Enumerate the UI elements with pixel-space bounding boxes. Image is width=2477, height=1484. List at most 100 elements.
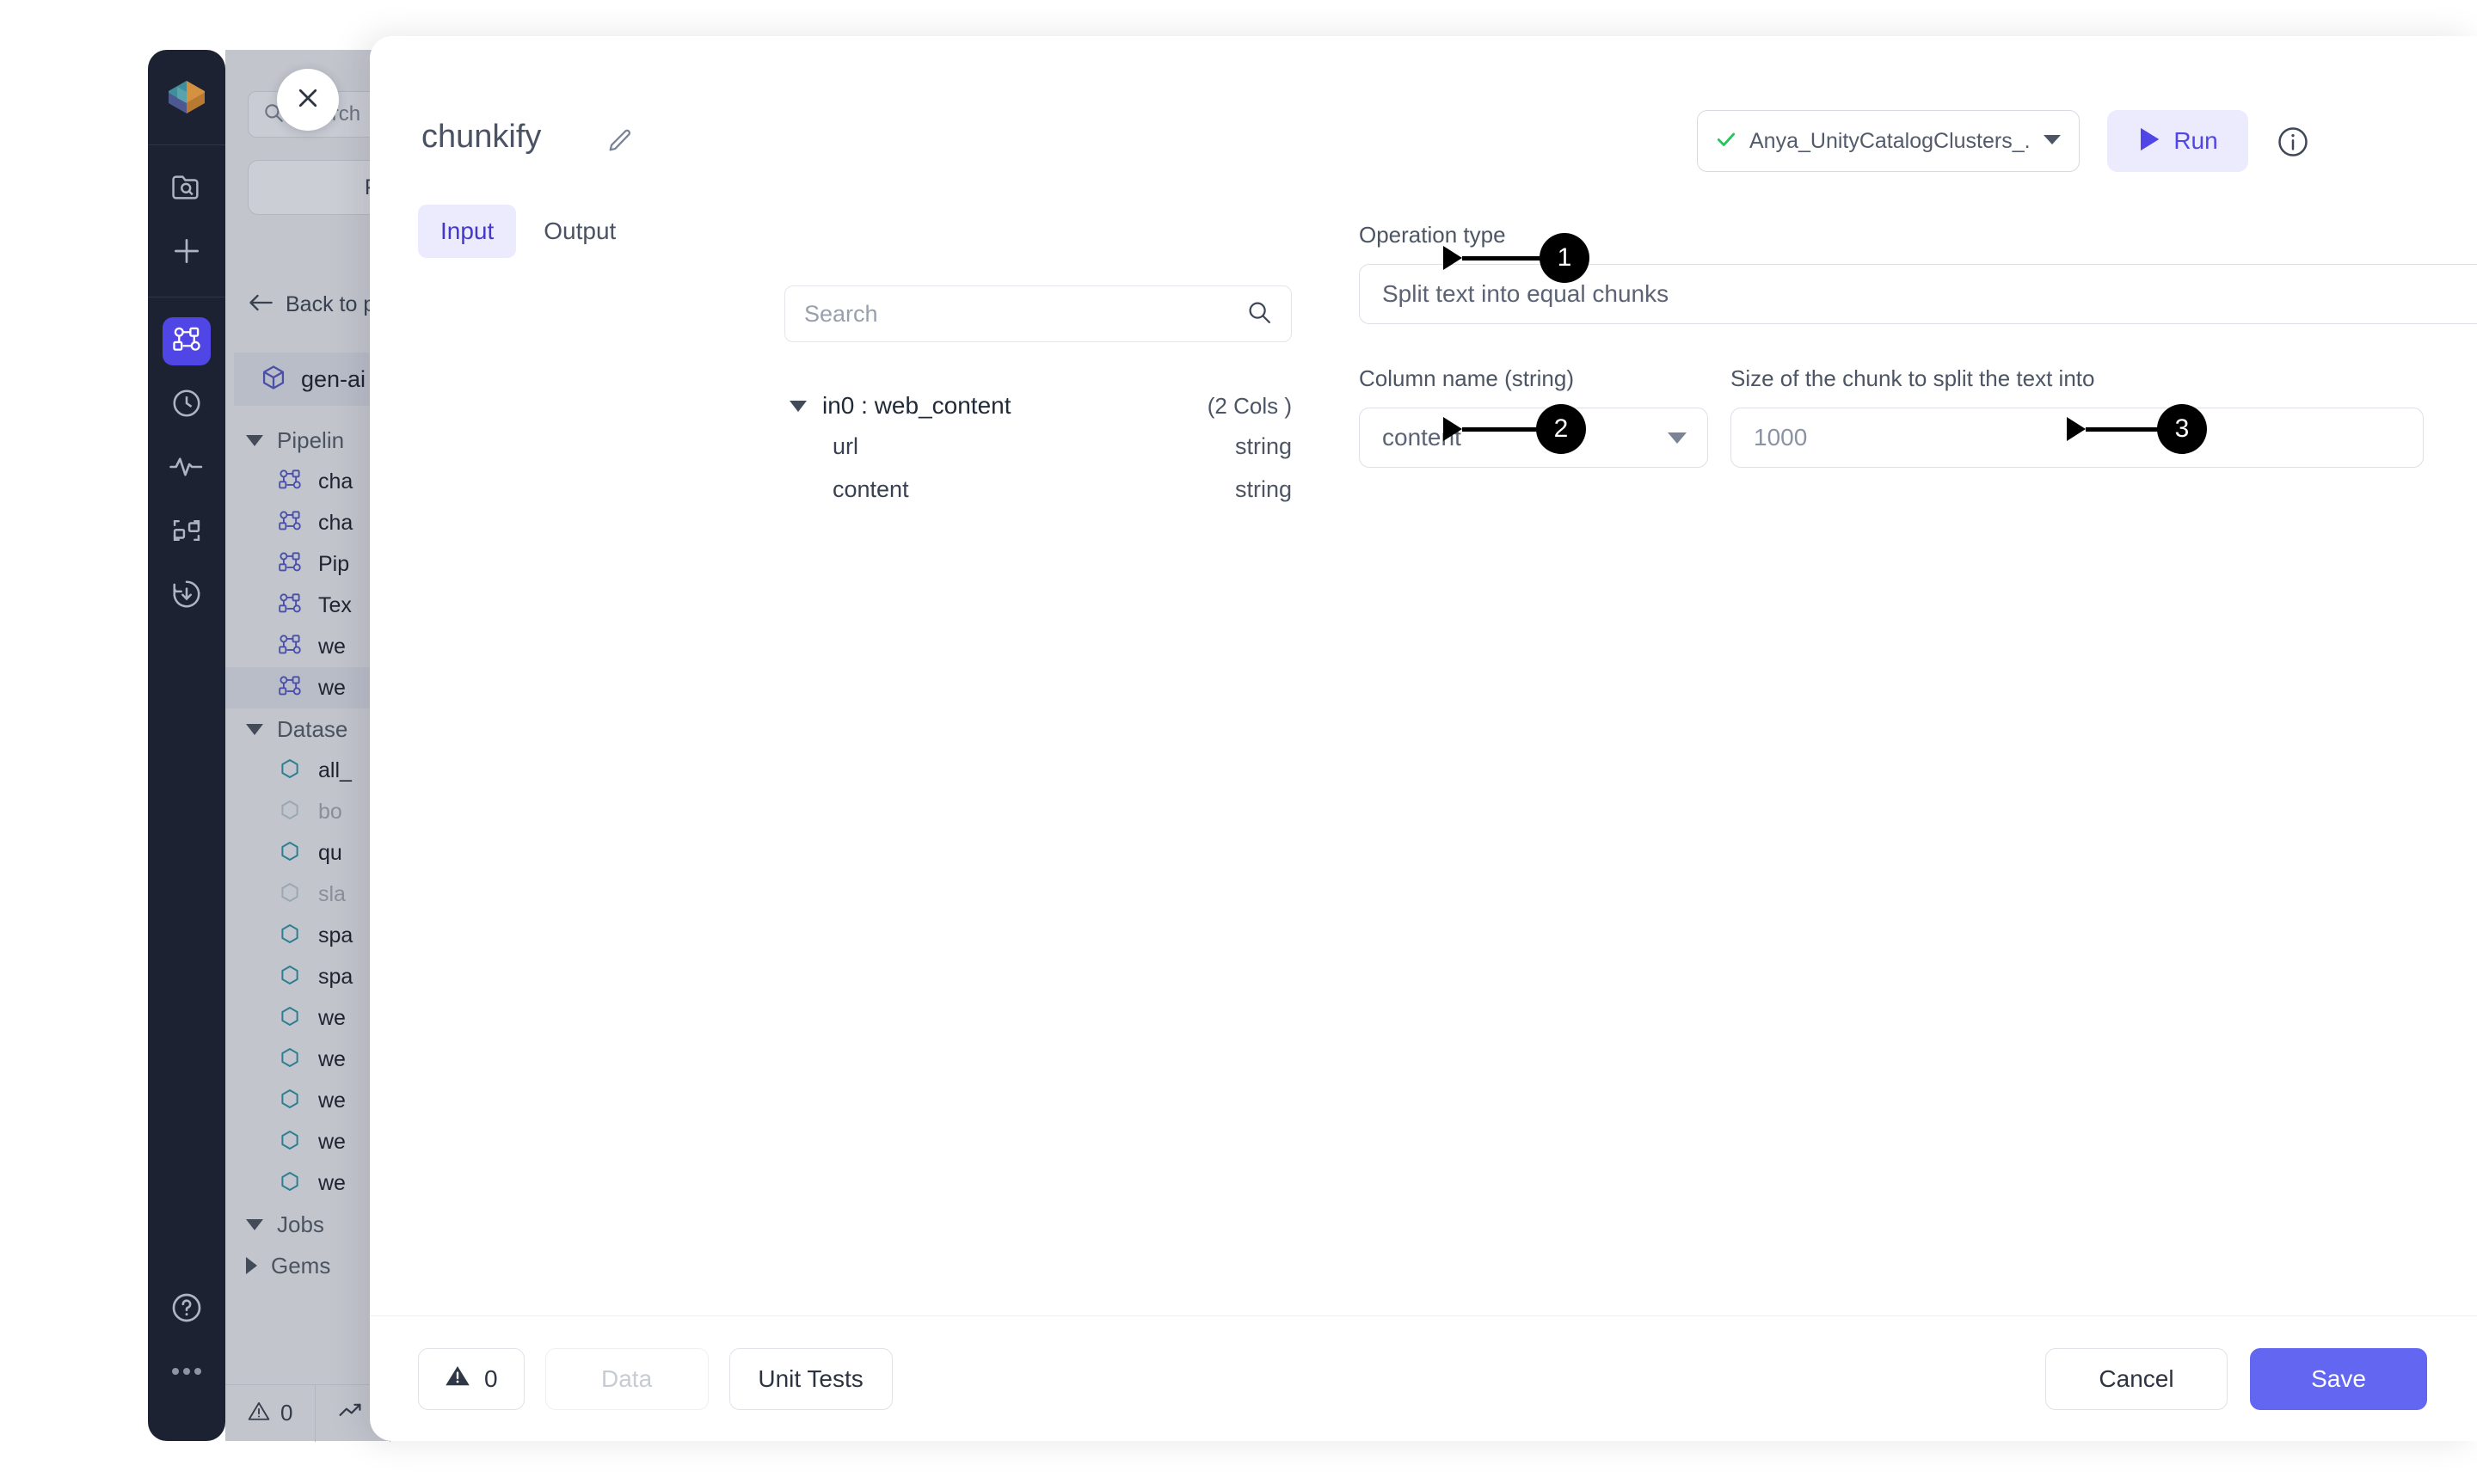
schema-search-input[interactable]: Search xyxy=(784,285,1292,342)
arrow-left-icon xyxy=(248,292,274,317)
tree-group-label: Datase xyxy=(277,716,347,743)
sidebar-item-add[interactable] xyxy=(163,229,211,277)
pencil-edit-icon[interactable] xyxy=(605,126,635,155)
data-button[interactable]: Data xyxy=(545,1348,709,1410)
chevron-down-icon xyxy=(1668,432,1687,444)
annotation-2-line xyxy=(1462,427,1548,432)
tree-item-label: sla xyxy=(318,882,346,907)
chevron-right-icon xyxy=(246,1257,257,1274)
tree-item-label: we xyxy=(318,1047,346,1072)
tree-item-label: cha xyxy=(318,511,353,536)
dataset-icon xyxy=(277,1169,303,1198)
cluster-selector[interactable]: Anya_UnityCatalogClusters_... xyxy=(1697,110,2080,172)
annotation-badge-1: 1 xyxy=(1540,233,1589,283)
play-icon xyxy=(2137,126,2161,156)
close-modal-button[interactable] xyxy=(277,69,339,131)
warning-triangle-icon xyxy=(248,1401,270,1426)
cube-icon xyxy=(260,364,287,396)
cluster-name-label: Anya_UnityCatalogClusters_... xyxy=(1749,129,2031,154)
save-button[interactable]: Save xyxy=(2250,1348,2427,1410)
cancel-button[interactable]: Cancel xyxy=(2045,1348,2228,1410)
warning-triangle-icon xyxy=(445,1364,470,1394)
tab-output[interactable]: Output xyxy=(521,205,638,258)
schema-search-placeholder: Search xyxy=(804,301,1246,328)
chunk-size-label: Size of the chunk to split the text into xyxy=(1730,365,2424,392)
chevron-down-icon xyxy=(2043,133,2062,150)
tree-item-label: Pip xyxy=(318,552,349,577)
screen-root: Search Proje Back to p xyxy=(0,0,2477,1484)
tree-item-label: spa xyxy=(318,965,353,990)
schema-field-row[interactable]: urlstring xyxy=(784,425,1292,468)
pipeline-icon xyxy=(277,675,303,702)
dataset-icon xyxy=(277,839,303,868)
rail-group-top xyxy=(163,145,211,297)
chevron-down-icon xyxy=(246,435,263,446)
dataset-icon xyxy=(277,1087,303,1115)
dataset-icon xyxy=(277,963,303,991)
status-warning-count[interactable]: 0 xyxy=(225,1385,316,1442)
diagnostics-count: 0 xyxy=(484,1365,498,1393)
sidebar-item-monitoring[interactable] xyxy=(163,445,211,493)
sidebar-item-history[interactable] xyxy=(163,381,211,429)
tree-item-label: we xyxy=(318,1088,346,1113)
operation-type-value: Split text into equal chunks xyxy=(1382,280,1669,308)
tree-item-label: cha xyxy=(318,469,353,494)
diagnostics-button[interactable]: 0 xyxy=(418,1348,525,1410)
chevron-down-icon xyxy=(246,724,263,735)
sidebar-item-lineage[interactable] xyxy=(163,508,211,556)
sidebar-item-deploy[interactable] xyxy=(163,572,211,620)
schema-field-list: urlstringcontentstring xyxy=(784,425,1292,511)
annotation-badge-3: 3 xyxy=(2157,404,2207,454)
tree-item-label: bo xyxy=(318,800,342,825)
close-icon xyxy=(295,85,321,115)
schema-field-name: url xyxy=(833,433,858,460)
tree-item-label: spa xyxy=(318,923,353,948)
operation-type-label: Operation type xyxy=(1359,222,2477,248)
activity-monitor-icon xyxy=(169,454,204,484)
search-icon[interactable] xyxy=(1246,299,1272,329)
add-icon xyxy=(170,235,203,272)
tab-input[interactable]: Input xyxy=(418,205,516,258)
more-options-icon xyxy=(171,1365,202,1381)
dataset-icon xyxy=(277,1004,303,1033)
pipeline-icon xyxy=(277,634,303,660)
input-schema-panel: Search in0 : web_content (2 Cols ) urlst… xyxy=(784,285,1292,511)
pipeline-icon xyxy=(277,592,303,619)
dataset-icon xyxy=(277,798,303,826)
pipeline-icon xyxy=(277,551,303,578)
tree-group-label: Jobs xyxy=(277,1211,324,1238)
sidebar-item-pipelines[interactable] xyxy=(163,317,211,365)
more-options-button[interactable] xyxy=(163,1349,211,1397)
dataset-icon xyxy=(277,1046,303,1074)
run-button-label: Run xyxy=(2173,127,2217,155)
annotation-3-arrowhead xyxy=(2067,417,2086,441)
column-name-group: Column name (string) content xyxy=(1359,365,1708,468)
current-project-label: gen-ai xyxy=(301,366,366,393)
search-folder-icon xyxy=(170,173,203,206)
dataset-icon xyxy=(277,757,303,785)
tree-item-label: we xyxy=(318,676,346,701)
chevron-down-icon xyxy=(246,1219,263,1230)
operation-type-group: Operation type Split text into equal chu… xyxy=(1359,222,2477,324)
chevron-down-icon[interactable] xyxy=(790,401,807,412)
schema-root-node[interactable]: in0 : web_content (2 Cols ) xyxy=(784,387,1292,425)
schema-root-label: in0 : web_content xyxy=(822,392,1011,420)
help-button[interactable] xyxy=(163,1285,211,1334)
footer-left-actions: 0 Data Unit Tests xyxy=(418,1348,893,1410)
info-circle-icon[interactable] xyxy=(2276,125,2310,159)
app-logo[interactable] xyxy=(148,50,225,144)
operation-type-select[interactable]: Split text into equal chunks xyxy=(1359,264,2477,324)
rail-group-bottom xyxy=(163,1278,211,1441)
footer-right-actions: Cancel Save xyxy=(2045,1348,2427,1410)
column-name-select[interactable]: content xyxy=(1359,408,1708,468)
unit-tests-button[interactable]: Unit Tests xyxy=(729,1348,893,1410)
sidebar-item-search-folder[interactable] xyxy=(163,165,211,213)
rail-group-main xyxy=(163,297,211,640)
page-title: chunkify xyxy=(421,119,541,156)
run-button[interactable]: Run xyxy=(2107,110,2248,172)
tree-item-label: we xyxy=(318,1006,346,1031)
form-row-2: Column name (string) content Size of the… xyxy=(1359,365,2477,468)
chunk-size-value: 1000 xyxy=(1754,424,1807,451)
schema-field-row[interactable]: contentstring xyxy=(784,468,1292,511)
modal-header: chunkify Anya_UnityCatalogClusters_... xyxy=(370,36,2477,196)
